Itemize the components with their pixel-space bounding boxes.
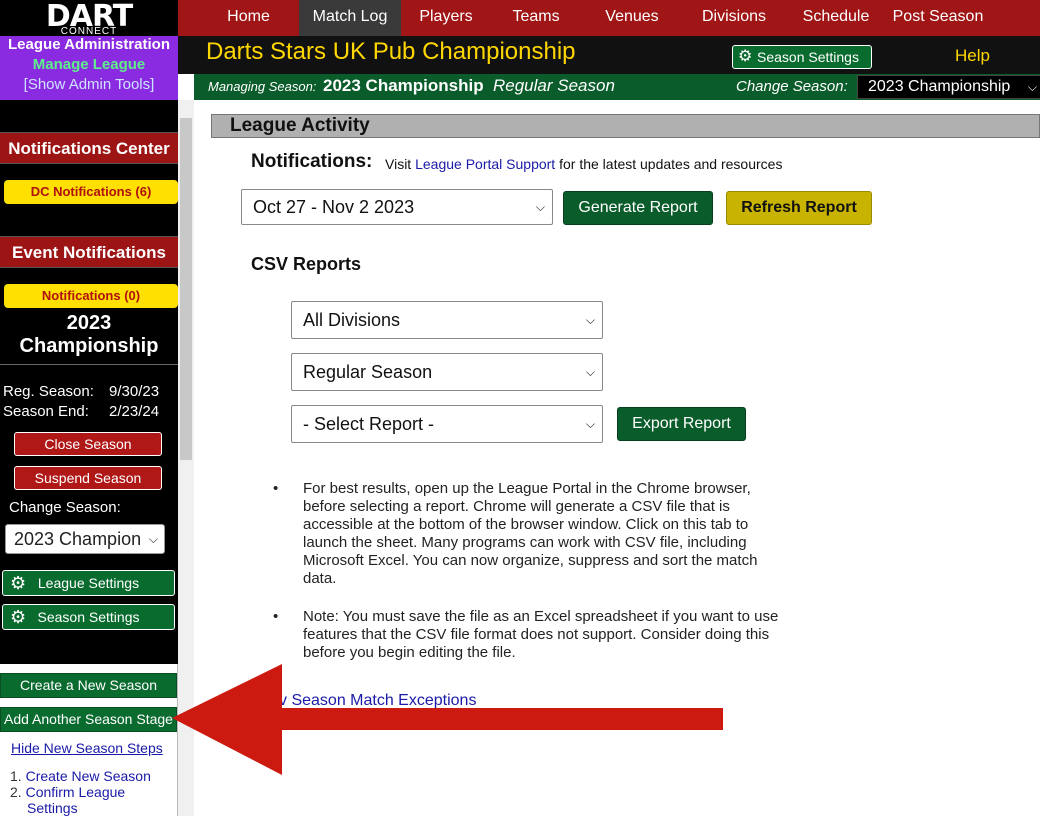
stage-select[interactable]: Regular Season ⌵: [291, 353, 603, 391]
divider: [0, 364, 178, 365]
report-value: - Select Report -: [303, 414, 435, 434]
current-season-name: 2023 Championship: [0, 312, 178, 358]
hide-new-season-steps-link[interactable]: Hide New Season Steps: [11, 740, 163, 756]
bullet: •: [273, 480, 279, 497]
annotation-arrow-icon: [172, 664, 723, 775]
dc-notifications-button[interactable]: DC Notifications (6): [4, 180, 178, 204]
nav-players[interactable]: Players: [401, 0, 491, 36]
gear-icon: ⚙: [738, 48, 753, 65]
chevron-down-icon: ⌵: [585, 365, 595, 379]
season-year: 2023: [66, 312, 112, 334]
scrollbar-thumb[interactable]: [180, 118, 192, 460]
league-admin-title: League Administration: [8, 36, 170, 53]
instruction-item: • Note: You must save the file as an Exce…: [273, 608, 779, 661]
season-settings-sidebar-button[interactable]: ⚙ Season Settings: [2, 604, 175, 630]
nav-schedule[interactable]: Schedule: [785, 0, 887, 36]
change-season-select[interactable]: 2023 Champion ⌵: [5, 524, 165, 554]
league-admin-box: League Administration Manage League [Sho…: [0, 36, 178, 100]
nav-divisions[interactable]: Divisions: [683, 0, 785, 36]
nav-match-log[interactable]: Match Log: [299, 0, 401, 36]
season-end-label: Season End:: [3, 403, 89, 420]
notifications-text: Visit League Portal Support for the late…: [385, 156, 783, 172]
managing-season-label: Managing Season:: [208, 79, 317, 94]
help-link[interactable]: Help: [955, 46, 990, 66]
season-title: Championship: [19, 335, 159, 357]
step-item[interactable]: 1. Create New Season: [10, 768, 151, 784]
manage-league-label: Manage League: [32, 56, 146, 73]
bullet: •: [273, 608, 279, 625]
season-settings-sidebar-label: Season Settings: [37, 609, 140, 625]
top-nav: Home Match Log Players Teams Venues Divi…: [178, 0, 1040, 36]
managing-season-stage: Regular Season: [493, 76, 615, 95]
season-dates: Reg. Season: 9/30/23 Season End: 2/23/24: [3, 382, 159, 422]
date-range-value: Oct 27 - Nov 2 2023: [253, 197, 415, 217]
change-season-top-select[interactable]: 2023 Championship ⌵: [857, 75, 1040, 99]
instruction-item: • For best results, open up the League Po…: [273, 480, 758, 587]
gear-icon: ⚙: [10, 607, 27, 627]
nav-post-season[interactable]: Post Season: [887, 0, 989, 36]
reg-season-label: Reg. Season:: [3, 383, 94, 400]
reg-season-date: 9/30/23: [109, 383, 160, 400]
create-new-season-button[interactable]: Create a New Season: [0, 673, 177, 698]
sidebar: DART CONNECT League Administration Manag…: [0, 0, 178, 816]
new-season-steps-list: 1. Create New Season 2. Confirm League S…: [10, 768, 151, 816]
season-settings-label: Season Settings: [757, 49, 859, 65]
csv-reports-heading: CSV Reports: [251, 254, 362, 274]
suspend-season-button[interactable]: Suspend Season: [14, 466, 162, 490]
report-select[interactable]: - Select Report - ⌵: [291, 405, 603, 443]
division-value: All Divisions: [303, 310, 401, 330]
event-notifications-header: Event Notifications: [0, 236, 178, 268]
league-portal-support-link[interactable]: League Portal Support: [415, 156, 555, 172]
chevron-down-icon: ⌵: [148, 532, 158, 546]
gear-icon: ⚙: [10, 573, 27, 593]
generate-report-button[interactable]: Generate Report: [563, 191, 713, 225]
notifications-center-header: Notifications Center: [0, 132, 178, 164]
chevron-down-icon: ⌵: [535, 200, 545, 214]
change-season-top-value: 2023 Championship: [868, 78, 1011, 95]
change-season-top-label: Change Season:: [736, 78, 848, 95]
stage-value: Regular Season: [303, 362, 433, 382]
notifications-button[interactable]: Notifications (0): [4, 284, 178, 308]
title-bar: Darts Stars UK Pub Championship ⚙ Season…: [178, 36, 1040, 74]
step-item[interactable]: Settings: [10, 800, 151, 816]
managing-season-name: 2023 Championship: [323, 76, 484, 95]
league-title: Darts Stars UK Pub Championship: [206, 38, 576, 65]
refresh-report-button[interactable]: Refresh Report: [726, 191, 872, 225]
chevron-down-icon: ⌵: [585, 313, 595, 327]
league-activity-header: League Activity: [211, 114, 1040, 138]
export-report-button[interactable]: Export Report: [617, 407, 746, 441]
notifications-label: Notifications:: [251, 151, 373, 172]
step-item[interactable]: 2. Confirm League: [10, 784, 151, 800]
league-settings-label: League Settings: [37, 575, 140, 591]
chevron-down-icon: ⌵: [585, 417, 595, 431]
csv-instructions: • For best results, open up the League Po…: [273, 480, 793, 682]
managing-season-bar: Managing Season: 2023 Championship Regul…: [194, 74, 1040, 100]
add-another-season-stage-button[interactable]: Add Another Season Stage: [0, 707, 177, 732]
date-range-select[interactable]: Oct 27 - Nov 2 2023 ⌵: [241, 189, 553, 225]
show-admin-tools-link[interactable]: [Show Admin Tools]: [0, 76, 178, 93]
close-season-button[interactable]: Close Season: [14, 432, 162, 456]
division-select[interactable]: All Divisions ⌵: [291, 301, 603, 339]
change-season-value: 2023 Champion: [14, 529, 142, 549]
season-settings-button[interactable]: ⚙ Season Settings: [732, 45, 872, 69]
nav-teams[interactable]: Teams: [491, 0, 581, 36]
nav-home[interactable]: Home: [198, 0, 299, 36]
change-season-label: Change Season:: [9, 499, 121, 516]
dartconnect-logo[interactable]: DART CONNECT: [0, 0, 178, 37]
chevron-down-icon: ⌵: [1027, 80, 1037, 94]
league-settings-button[interactable]: ⚙ League Settings: [2, 570, 175, 596]
nav-venues[interactable]: Venues: [581, 0, 683, 36]
season-end-date: 2/23/24: [109, 403, 160, 420]
